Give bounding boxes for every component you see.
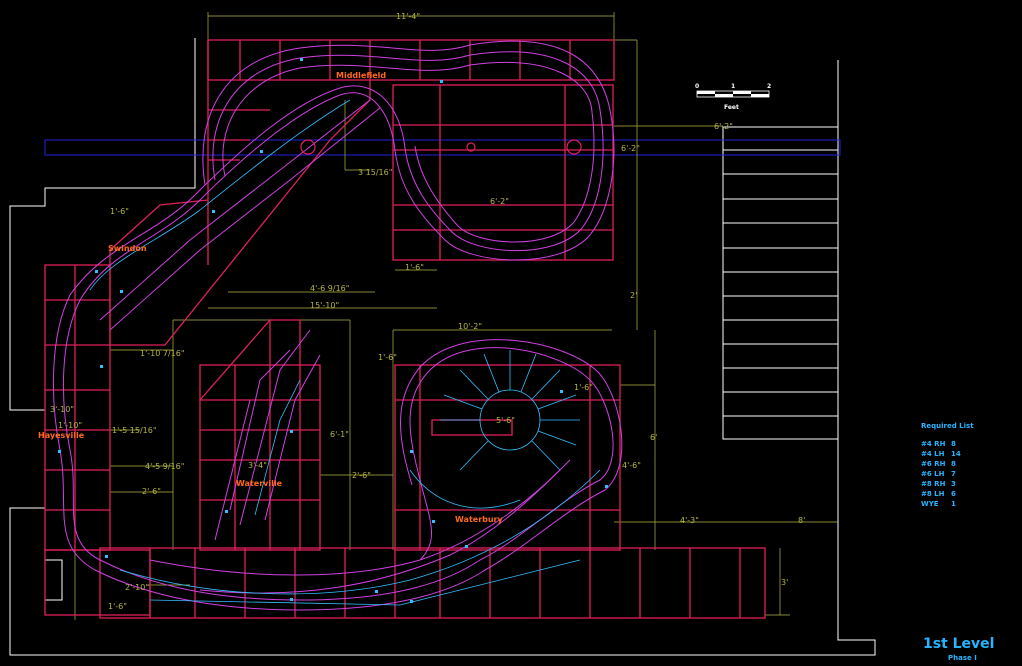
dimension-label: 1'-10" — [58, 421, 82, 430]
reference-band — [44, 139, 841, 156]
dimension-label: 4'-3" — [680, 516, 699, 525]
required-list-item-count: 6 — [951, 490, 956, 498]
dimension-label: 2'-6" — [142, 487, 161, 496]
dimension-label: 1'-6" — [110, 207, 129, 216]
required-list-item-count: 1 — [951, 500, 956, 508]
required-list-item-label: #8 RH — [921, 480, 946, 488]
dimension-label: 1'-6" — [405, 263, 424, 272]
dimension-label: 3 15/16" — [358, 168, 392, 177]
required-list-item-count: 8 — [951, 460, 956, 468]
dimension-label: 1'-5 15/16" — [112, 426, 157, 435]
required-list-item-label: #6 LH — [921, 470, 945, 478]
dimension-label: 2' — [630, 291, 637, 300]
dimension-label: 11'-4" — [396, 12, 420, 21]
benchwork — [44, 39, 766, 619]
dimension-label: 2'-10" — [125, 583, 149, 592]
dimension-label: 6'-2" — [714, 122, 733, 131]
dimension-label: 1'-6" — [108, 602, 127, 611]
required-list-item-label: #4 LH — [921, 450, 945, 458]
town-label-waterbury: Waterbury — [455, 515, 504, 524]
required-list-item-count: 8 — [951, 440, 956, 448]
required-list-item-label: #4 RH — [921, 440, 946, 448]
required-list: Required List #4 RH 8 #4 LH 14 #6 RH 8 #… — [921, 422, 974, 508]
dimension-label: 6'-2" — [490, 197, 509, 206]
dimension-labels: 11'-4" 6'-2" 6'-2" 6'-2" 3 15/16" 1'-6" … — [50, 12, 805, 611]
helix — [440, 350, 580, 471]
dimension-label: 6'-1" — [330, 430, 349, 439]
town-label-swindon: Swindon — [108, 244, 147, 253]
required-list-item-label: #6 RH — [921, 460, 946, 468]
dimension-label: 4'-5 9/16" — [145, 462, 184, 471]
required-list-heading: Required List — [921, 422, 974, 430]
dimension-label: 15'-10" — [310, 301, 339, 310]
dimension-label: 2'-6" — [352, 471, 371, 480]
town-label-hayesville: Hayesville — [38, 431, 85, 440]
dimension-label: 4'-6 9/16" — [310, 284, 349, 293]
scale-unit-label: Feet — [724, 104, 739, 111]
dimension-label: 1'-6" — [378, 353, 397, 362]
level-title: 1st Level — [923, 636, 994, 652]
dimension-label: 1'-10 7/16" — [140, 349, 185, 358]
dimension-label: 3' — [781, 578, 788, 587]
phase-subtitle: Phase I — [948, 654, 977, 662]
dimension-label: 3'-10" — [50, 405, 74, 414]
dimension-label: 3'-4" — [248, 461, 267, 470]
scale-tick-2: 2 — [767, 83, 771, 90]
scale-bar: 0 1 2 Feet — [695, 83, 771, 111]
town-label-middlefield: Middlefield — [336, 71, 386, 80]
dimension-label: 6'-2" — [621, 144, 640, 153]
scale-tick-0: 0 — [695, 83, 699, 90]
dimension-label: 5'-6" — [496, 416, 515, 425]
dimension-label: 4'-6" — [622, 461, 641, 470]
track-lines — [52, 40, 623, 611]
required-list-item-label: #8 LH — [921, 490, 945, 498]
dimension-label: 6' — [650, 433, 657, 442]
dimension-label: 1'-6" — [574, 383, 593, 392]
required-list-item-count: 14 — [951, 450, 961, 458]
room-outline — [9, 38, 876, 656]
required-list-item-count: 7 — [951, 470, 956, 478]
scale-tick-1: 1 — [731, 83, 735, 90]
required-list-item-label: WYE — [921, 500, 939, 508]
dimension-label: 10'-2" — [458, 322, 482, 331]
dimension-label: 8' — [798, 516, 805, 525]
track-plan-drawing: 0 1 2 Feet 11'-4" 6'-2" 6'-2" 6'-2" 3 15… — [9, 12, 994, 662]
turntables — [300, 139, 582, 155]
town-label-waterville: Waterville — [236, 479, 283, 488]
required-list-item-count: 3 — [951, 480, 956, 488]
